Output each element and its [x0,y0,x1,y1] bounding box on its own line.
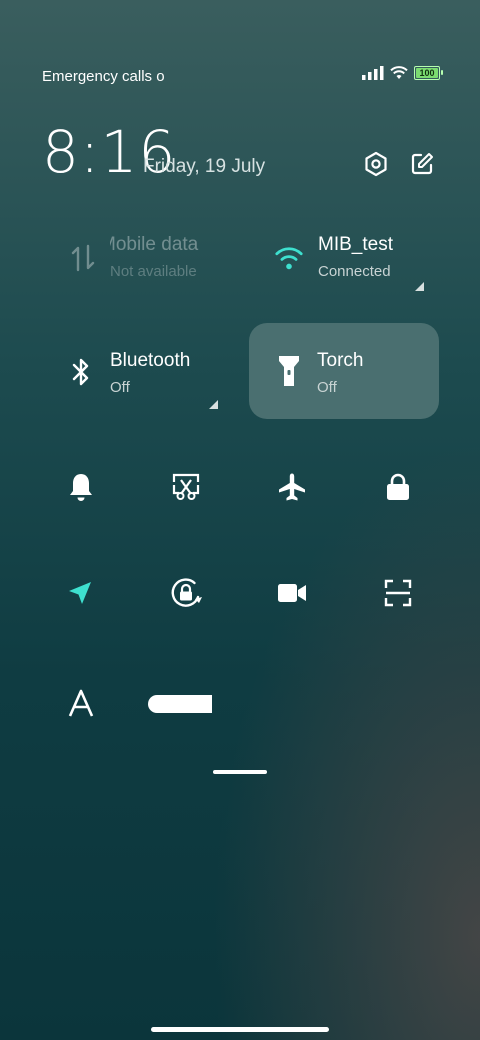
tile-bluetooth-status: Off [110,379,130,396]
tile-torch[interactable]: Torch Off [249,323,439,419]
tile-bluetooth[interactable]: Bluetooth Off [42,324,232,420]
home-indicator[interactable] [151,1027,329,1032]
tile-wifi-title: MIB_test [318,234,393,255]
brightness-slider[interactable] [148,695,212,713]
screenshot-icon [172,473,200,500]
bluetooth-icon [72,358,89,386]
rotation-lock-icon [171,578,202,607]
hexagon-settings-icon [365,151,387,177]
torch-icon [279,356,299,386]
toggle-lock-screen[interactable] [374,463,422,511]
toggle-location[interactable] [56,569,104,617]
toggle-rotation-lock[interactable] [162,569,210,617]
bell-icon [70,474,92,501]
toggle-scanner[interactable] [374,569,422,617]
tile-mobile-data-status: Not available [110,263,197,280]
panel-drag-handle[interactable] [213,770,267,774]
tile-torch-title: Torch [317,350,364,371]
video-camera-icon [278,584,306,602]
toggle-sound[interactable] [57,463,105,511]
signal-icon [362,66,384,80]
tile-wifi-status: Connected [318,263,391,280]
settings-button[interactable] [362,150,390,178]
lock-icon [387,473,409,500]
tile-bluetooth-title: Bluetooth [110,350,191,371]
scanner-icon [384,579,412,607]
tile-mobile-data-title: Mobile data [110,234,199,255]
font-icon [68,689,94,717]
edit-icon [411,153,433,175]
toggle-screen-recorder[interactable] [268,569,316,617]
airplane-icon [279,473,305,501]
wifi-status-icon [390,66,408,79]
wifi-expand-corner[interactable] [415,282,424,291]
status-carrier-text: Emergency calls o [42,68,164,85]
tile-wifi[interactable]: MIB_test Connected [248,210,438,306]
battery-icon: 100 [414,66,443,80]
battery-level: 100 [419,68,435,78]
date[interactable]: Friday, 19 July [143,156,265,178]
location-icon [69,582,91,604]
edit-button[interactable] [408,150,436,178]
toggle-font[interactable] [57,679,105,727]
tile-mobile-data[interactable]: Mobile data Not available [42,210,232,306]
tile-torch-status: Off [317,379,337,396]
arrows-up-down-icon [71,244,95,272]
toggle-airplane[interactable] [268,463,316,511]
wifi-icon [275,247,303,270]
status-icons: 100 [362,66,443,80]
toggle-screenshot[interactable] [162,463,210,511]
bluetooth-expand-corner[interactable] [209,400,218,409]
